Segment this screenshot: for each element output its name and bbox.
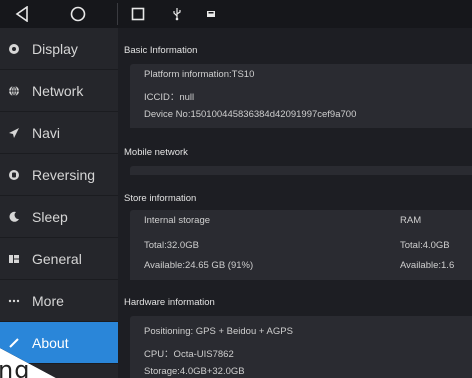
- ram-label: RAM: [400, 215, 422, 226]
- sidebar-item-general[interactable]: General: [0, 238, 118, 280]
- sidebar-item-display[interactable]: Display: [0, 28, 118, 70]
- internal-storage-label: Internal storage: [144, 215, 211, 226]
- basic-information-card: Platform information:TS10 ICCID：null Dev…: [130, 64, 472, 128]
- more-dots-icon: [6, 293, 22, 309]
- globe-icon: [6, 83, 22, 99]
- general-grid-icon: [6, 251, 22, 267]
- about-icon: [6, 335, 22, 351]
- home-circle-icon[interactable]: [68, 4, 88, 24]
- sidebar-item-label: Display: [32, 40, 78, 57]
- sidebar-item-label: Navi: [32, 124, 61, 141]
- settings-sidebar: Display Network Navi Reversing Sleep Gen…: [0, 28, 118, 378]
- device-number: Device No:150100445836384d42091997cef9a7…: [144, 109, 357, 120]
- sidebar-item-label: Network: [32, 82, 84, 99]
- back-triangle-icon[interactable]: [12, 4, 32, 24]
- about-content-panel: Basic Information Platform information:T…: [118, 28, 472, 378]
- iccid-value: ICCID：null: [144, 92, 195, 103]
- storage-value: Storage:4.0GB+32.0GB: [144, 366, 245, 377]
- ram-available: Available:1.6: [400, 260, 455, 271]
- status-divider: [117, 3, 118, 25]
- mobile-network-heading: Mobile network: [118, 138, 472, 166]
- sidebar-item-label: Reversing: [32, 166, 96, 183]
- sidebar-item-label: General: [32, 250, 82, 267]
- sidebar-item-label: Sleep: [32, 208, 68, 225]
- navigation-arrow-icon: [6, 125, 22, 141]
- moon-icon: [6, 209, 22, 225]
- usb-icon: [170, 4, 184, 24]
- sidebar-item-more[interactable]: More: [0, 280, 118, 322]
- camera-icon: [6, 167, 22, 183]
- sidebar-item-label: More: [32, 292, 64, 309]
- ram-total: Total:4.0GB: [400, 240, 450, 251]
- overlay-caption-text: ng: [0, 356, 31, 378]
- recent-apps-square-icon[interactable]: [128, 4, 148, 24]
- sidebar-item-sleep[interactable]: Sleep: [0, 196, 118, 238]
- cpu-value: CPU：Octa-UIS7862: [144, 349, 234, 360]
- hardware-information-card: Positioning: GPS + Beidou + AGPS CPU：Oct…: [130, 316, 472, 378]
- sidebar-item-network[interactable]: Network: [0, 70, 118, 112]
- head-unit-screen: Display Network Navi Reversing Sleep Gen…: [0, 0, 472, 378]
- platform-information: Platform information:TS10: [144, 69, 255, 80]
- display-icon: [6, 41, 22, 57]
- sidebar-item-label: About: [32, 334, 69, 351]
- hardware-information-heading: Hardware information: [118, 288, 472, 316]
- mobile-network-card: [130, 166, 472, 175]
- image-icon: [204, 4, 218, 24]
- basic-information-heading: Basic Information: [118, 36, 472, 64]
- system-navigation-bar: [0, 0, 472, 28]
- internal-storage-available: Available:24.65 GB (91%): [144, 260, 254, 271]
- store-information-card: Internal storage RAM Total:32.0GB Total:…: [130, 210, 472, 280]
- store-information-heading: Store information: [118, 184, 472, 212]
- internal-storage-total: Total:32.0GB: [144, 240, 199, 251]
- sidebar-item-navi[interactable]: Navi: [0, 112, 118, 154]
- sidebar-item-reversing[interactable]: Reversing: [0, 154, 118, 196]
- positioning-value: Positioning: GPS + Beidou + AGPS: [144, 326, 293, 337]
